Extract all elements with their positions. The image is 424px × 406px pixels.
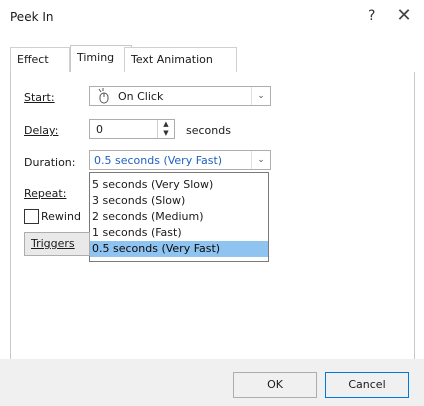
spin-up-icon[interactable]: ▲ [158,120,174,129]
delay-value[interactable]: 0 [96,122,103,137]
duration-option[interactable]: 5 seconds (Very Slow) [90,177,268,193]
triggers-button[interactable]: Triggers [24,232,90,256]
rewind-checkbox[interactable] [24,209,39,224]
delay-spin-buttons: ▲ ▼ [157,120,174,138]
duration-value[interactable]: 0.5 seconds (Very Fast) [94,153,222,168]
close-button[interactable]: ✕ [392,4,416,28]
start-value: On Click [118,90,164,103]
duration-label: Duration: [24,156,76,169]
tab-timing[interactable]: Timing [70,45,132,72]
help-button[interactable]: ? [368,8,375,24]
dialog-title: Peek In [10,10,54,24]
cancel-button[interactable]: Cancel [325,372,409,398]
duration-option-selected[interactable]: 0.5 seconds (Very Fast) [90,241,268,257]
tab-text-animation[interactable]: Text Animation [124,47,237,72]
start-label-text: Start: [24,91,55,104]
chevron-down-icon[interactable]: ⌄ [251,151,270,169]
title-bar [0,0,424,36]
delay-label-text: Delay: [24,124,59,137]
duration-option[interactable]: 3 seconds (Slow) [90,193,268,209]
duration-option[interactable]: 1 seconds (Fast) [90,225,268,241]
duration-option[interactable]: 2 seconds (Medium) [90,209,268,225]
start-dropdown[interactable]: On Click ⌄ [89,86,271,106]
delay-unit: seconds [186,124,231,137]
spin-down-icon[interactable]: ▼ [158,129,174,138]
ok-button[interactable]: OK [233,372,317,398]
tab-strip: Effect Timing Text Animation [10,45,410,73]
repeat-label-text: Repeat: [24,187,67,200]
duration-options-list: 5 seconds (Very Slow) 3 seconds (Slow) 2… [89,172,269,262]
delay-label: Delay: [24,124,58,137]
delay-spinner[interactable]: 0 ▲ ▼ [89,119,175,139]
duration-dropdown[interactable]: 0.5 seconds (Very Fast) ⌄ [89,150,271,170]
triggers-label: Triggers [31,237,75,250]
chevron-down-icon: ⌄ [251,87,270,105]
rewind-label: Rewind [41,210,81,223]
mouse-click-icon [96,88,112,107]
repeat-label: Repeat: [24,187,66,200]
start-label: Start: [24,91,55,104]
tab-effect[interactable]: Effect [10,47,70,72]
